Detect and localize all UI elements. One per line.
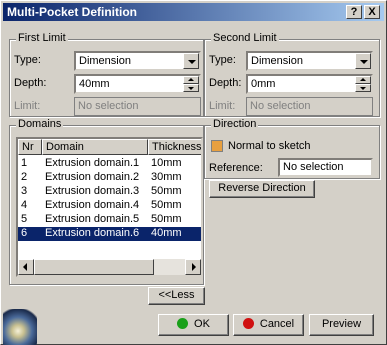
cell-nr: 1 <box>21 157 28 169</box>
scroll-thumb[interactable] <box>34 259 154 275</box>
close-button[interactable]: X <box>364 5 380 19</box>
direction-title: Direction <box>211 118 259 130</box>
dialog-window: Multi-Pocket Definition ? X First Limit … <box>0 0 387 345</box>
cell-domain: Extrusion domain.6 <box>45 227 140 239</box>
second-depth-label: Depth: <box>209 77 242 89</box>
spin-down-icon[interactable] <box>183 84 199 92</box>
table-row[interactable]: 3 Extrusion domain.3 50mm <box>18 185 201 199</box>
domains-list-header: Nr Domain Thickness <box>18 139 201 155</box>
ok-button[interactable]: OK <box>158 314 229 336</box>
first-type-value: Dimension <box>79 55 131 67</box>
cell-nr: 5 <box>21 213 28 225</box>
column-header-nr[interactable]: Nr <box>18 139 42 155</box>
spin-down-icon[interactable] <box>355 84 371 92</box>
normal-to-sketch-checkbox[interactable] <box>211 140 223 152</box>
cell-thickness: 50mm <box>151 213 182 225</box>
second-type-value: Dimension <box>251 55 303 67</box>
cell-domain: Extrusion domain.5 <box>45 213 140 225</box>
table-row[interactable]: 4 Extrusion domain.4 50mm <box>18 199 201 213</box>
cell-domain: Extrusion domain.4 <box>45 199 140 211</box>
first-depth-value: 40mm <box>79 78 110 90</box>
preview-button[interactable]: Preview <box>309 314 374 336</box>
cancel-button[interactable]: Cancel <box>233 314 304 336</box>
domains-title: Domains <box>16 118 64 130</box>
spin-up-icon[interactable] <box>183 76 199 84</box>
first-limit-field: No selection <box>74 97 201 116</box>
cell-thickness: 50mm <box>151 185 182 197</box>
second-limit-title: Second Limit <box>211 32 279 44</box>
horizontal-scrollbar[interactable] <box>18 259 201 275</box>
cell-thickness: 30mm <box>151 171 182 183</box>
cancel-label: Cancel <box>259 318 295 330</box>
window-title: Multi-Pocket Definition <box>7 5 137 19</box>
reference-field[interactable]: No selection <box>278 158 373 177</box>
first-depth-input[interactable]: 40mm <box>74 74 201 94</box>
reference-label: Reference: <box>209 162 263 174</box>
planet-logo-icon <box>3 309 37 345</box>
spin-up-icon[interactable] <box>355 76 371 84</box>
second-depth-input[interactable]: 0mm <box>246 74 373 94</box>
cell-domain: Extrusion domain.3 <box>45 185 140 197</box>
reverse-direction-button[interactable]: Reverse Direction <box>209 180 315 198</box>
cell-nr: 2 <box>21 171 28 183</box>
column-header-domain[interactable]: Domain <box>42 139 148 155</box>
chevron-down-icon[interactable] <box>183 53 199 69</box>
chevron-down-icon[interactable] <box>355 53 371 69</box>
table-row[interactable]: 6 Extrusion domain.6 40mm <box>18 227 201 241</box>
table-row[interactable]: 2 Extrusion domain.2 30mm <box>18 171 201 185</box>
first-limit-label: Limit: <box>14 100 41 112</box>
second-type-combo[interactable]: Dimension <box>246 51 373 71</box>
column-header-thickness[interactable]: Thickness <box>148 139 201 155</box>
first-type-label: Type: <box>14 54 41 66</box>
first-type-combo[interactable]: Dimension <box>74 51 201 71</box>
cell-nr: 4 <box>21 199 28 211</box>
second-depth-value: 0mm <box>251 78 276 90</box>
first-depth-spinner[interactable] <box>183 76 199 92</box>
cell-thickness: 50mm <box>151 199 182 211</box>
first-depth-label: Depth: <box>14 77 47 89</box>
title-bar[interactable]: Multi-Pocket Definition ? X <box>3 3 384 21</box>
second-type-label: Type: <box>209 54 236 66</box>
cancel-icon <box>242 318 254 329</box>
less-button[interactable]: <<Less <box>148 287 205 305</box>
ok-label: OK <box>194 318 210 330</box>
normal-to-sketch-label[interactable]: Normal to sketch <box>228 140 311 152</box>
table-row[interactable]: 1 Extrusion domain.1 10mm <box>18 157 201 171</box>
second-depth-spinner[interactable] <box>355 76 371 92</box>
scroll-left-icon[interactable] <box>18 259 34 275</box>
help-button[interactable]: ? <box>346 5 362 19</box>
cell-nr: 6 <box>21 227 28 239</box>
cell-thickness: 40mm <box>151 227 182 239</box>
second-limit-label: Limit: <box>209 100 236 112</box>
cell-domain: Extrusion domain.1 <box>45 157 140 169</box>
second-limit-field: No selection <box>246 97 373 116</box>
scroll-right-icon[interactable] <box>185 259 201 275</box>
cell-thickness: 10mm <box>151 157 182 169</box>
table-row[interactable]: 5 Extrusion domain.5 50mm <box>18 213 201 227</box>
cell-nr: 3 <box>21 185 28 197</box>
first-limit-title: First Limit <box>16 32 68 44</box>
cell-domain: Extrusion domain.2 <box>45 171 140 183</box>
ok-icon <box>177 318 189 329</box>
domains-list[interactable]: Nr Domain Thickness 1 Extrusion domain.1 1… <box>16 137 203 277</box>
